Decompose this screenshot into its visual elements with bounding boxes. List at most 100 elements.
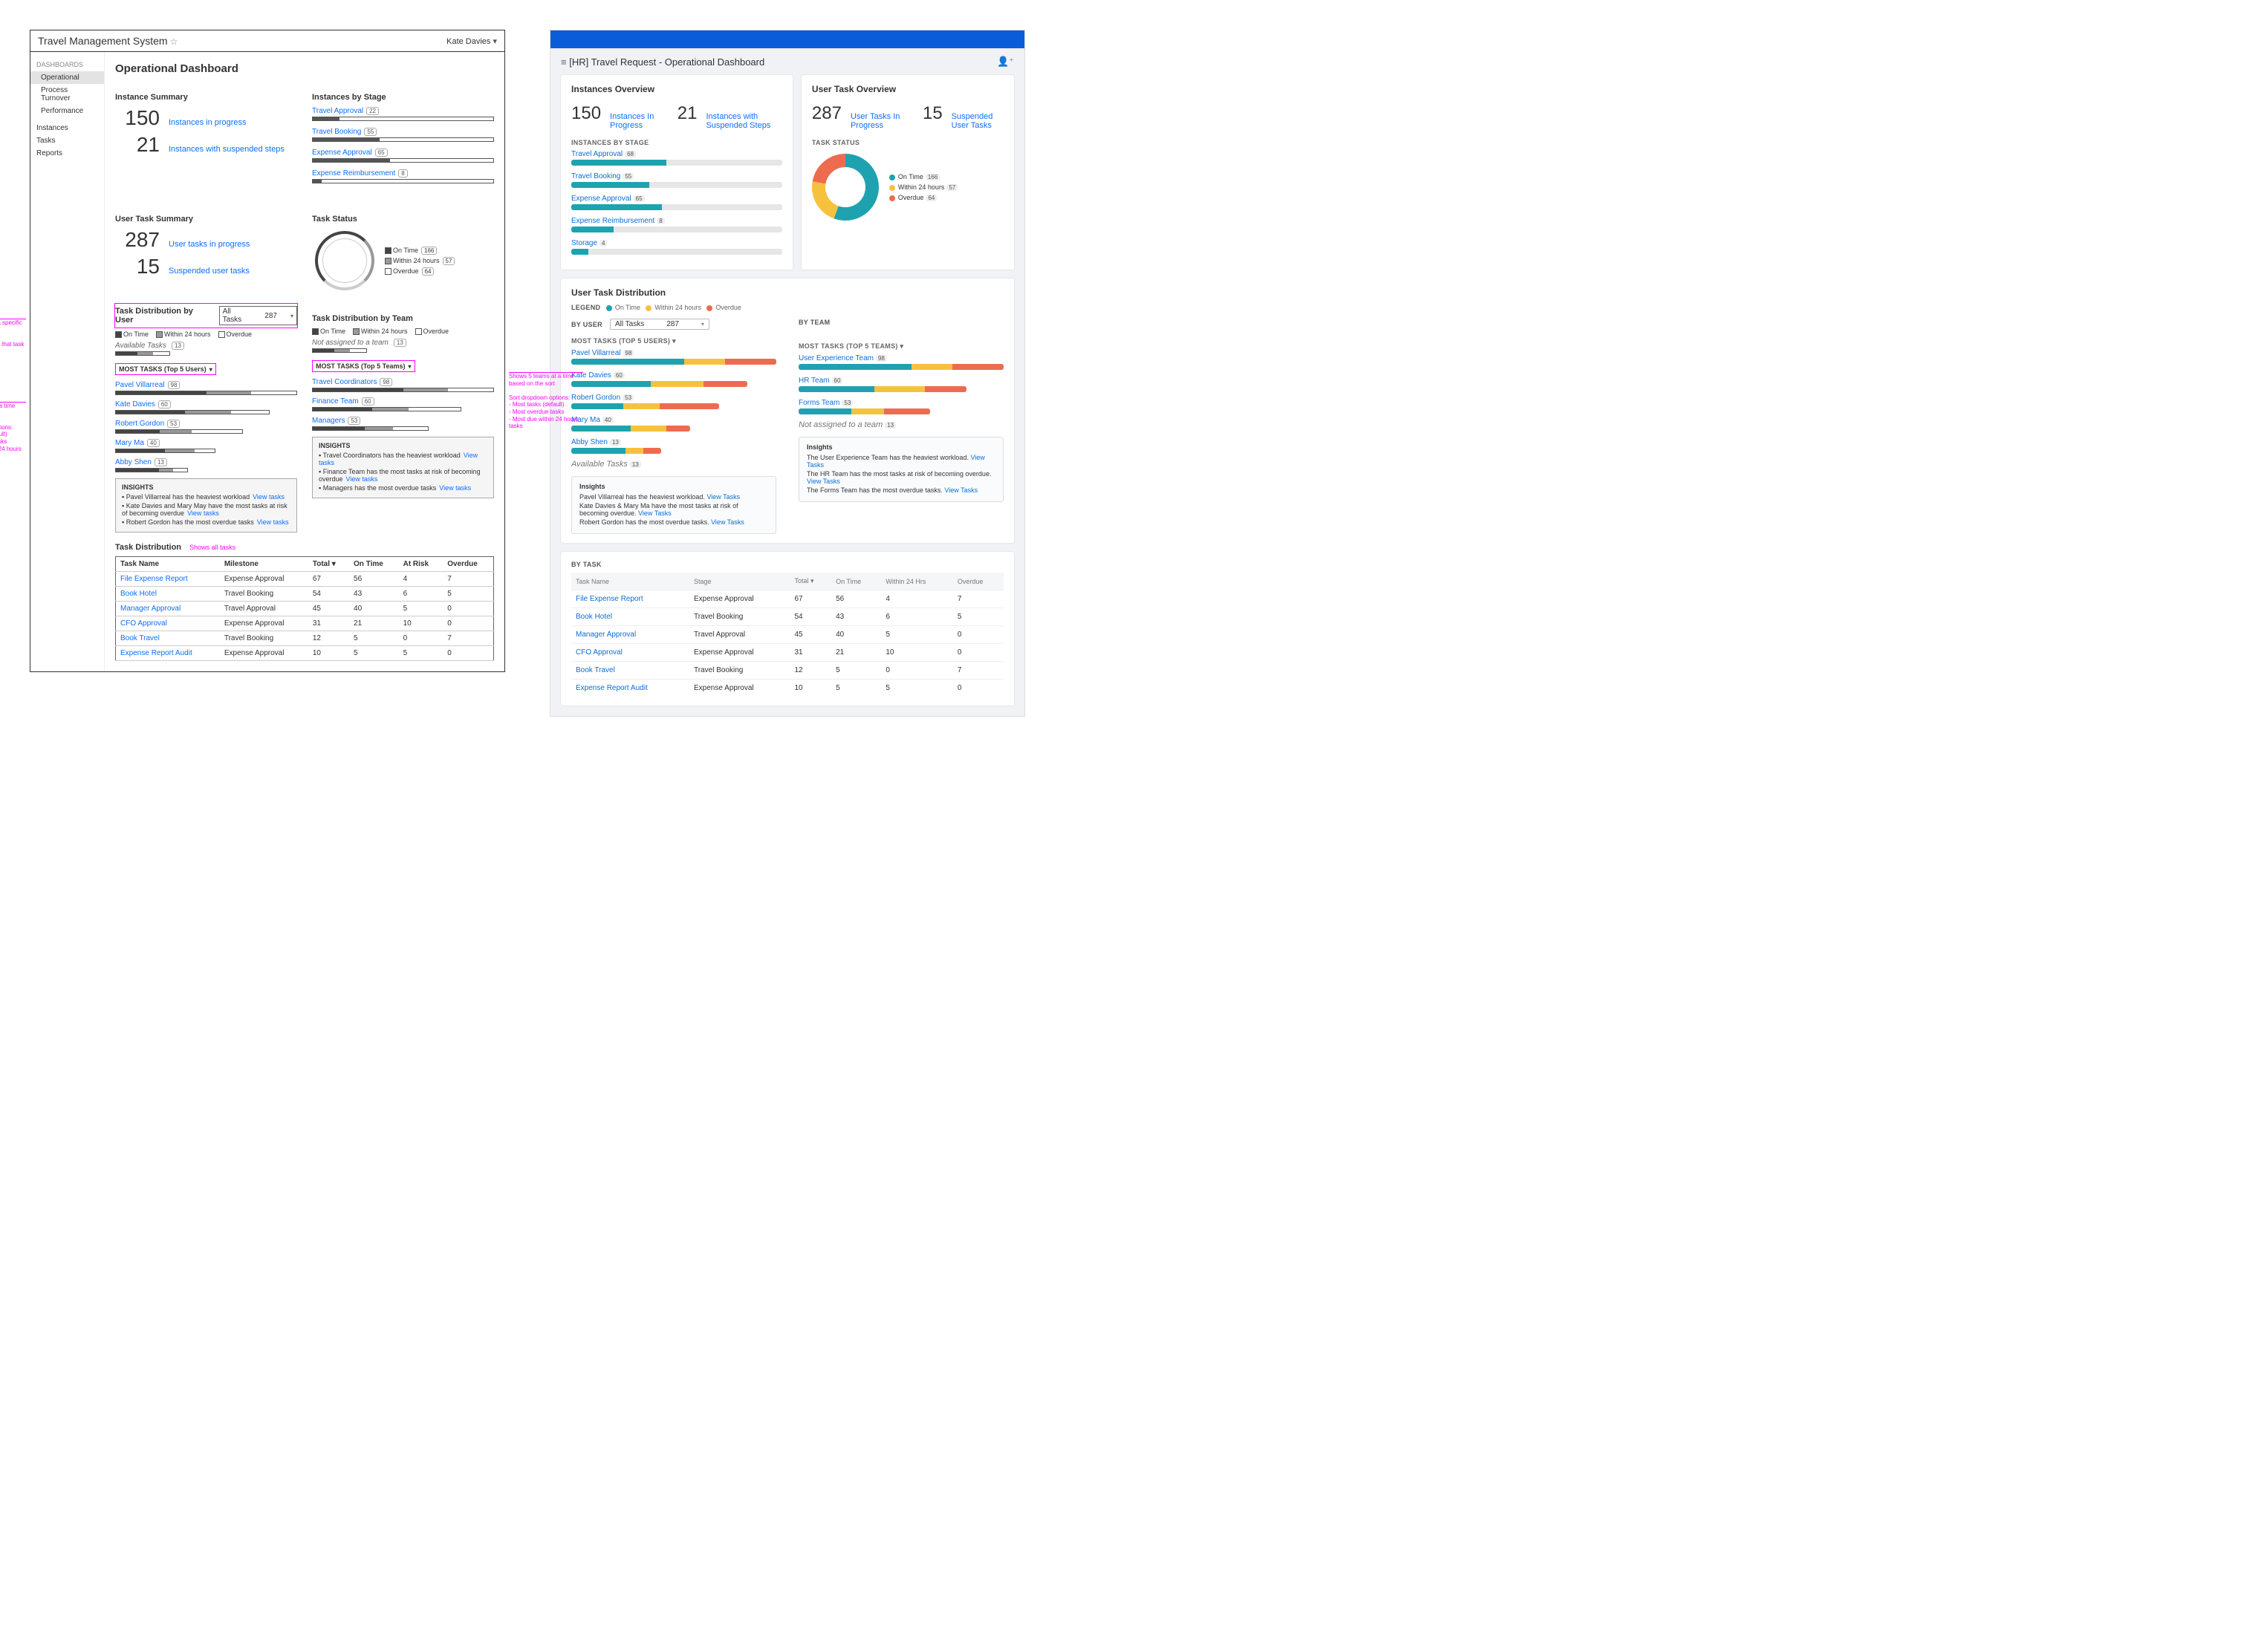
dist-by-team-heading: Task Distribution by Team [312, 314, 494, 323]
sidebar-item-performance[interactable]: Performance [30, 105, 104, 117]
task-status-donut-chart [315, 231, 374, 290]
user-tasks-in-progress-link[interactable]: User tasks in progress [169, 240, 250, 249]
stage-row: Storage4 [571, 238, 782, 255]
user-insights-panel: Insights Pavel Villarreal has the heavie… [571, 476, 776, 534]
table-row[interactable]: Expense Report AuditExpense Approval1055… [116, 646, 494, 661]
view-tasks-link[interactable]: View tasks [257, 518, 289, 526]
instances-by-stage-heading: Instances by Stage [312, 93, 494, 102]
team-row: Travel Coordinators98 [312, 377, 494, 392]
view-tasks-link[interactable]: View Tasks [638, 509, 672, 517]
view-tasks-link[interactable]: View Tasks [706, 493, 740, 501]
stage-row: Expense Approval65 [571, 194, 782, 210]
stage-row: Travel Booking55 [571, 172, 782, 188]
legend-on-time: On Time [393, 247, 418, 254]
annotation-sort-users: Shows 5 users at a time based on the sor… [0, 402, 26, 460]
task-distribution-note: Shows all tasks [189, 544, 235, 551]
table-row[interactable]: File Expense ReportExpense Approval67564… [571, 590, 1004, 608]
user-row: Pavel Villarreal98 [571, 348, 776, 365]
sort-teams-dropdown[interactable]: MOST TASKS (Top 5 Teams) [312, 360, 415, 372]
dist-by-user-legend: On Time Within 24 hours Overdue [115, 330, 297, 338]
user-tasks-in-progress-link[interactable]: User Tasks In Progress [851, 112, 900, 130]
table-row[interactable]: Book TravelTravel Booking12507 [116, 631, 494, 646]
team-row: Finance Team60 [312, 397, 494, 411]
dist-by-user-heading: Task Distribution by User [115, 307, 213, 325]
app-title: Travel Management System [38, 35, 168, 47]
table-row[interactable]: Manager ApprovalTravel Approval454050 [571, 626, 1004, 644]
team-row: User Experience Team98 [799, 354, 1004, 370]
sidebar-item-reports[interactable]: Reports [30, 147, 104, 160]
sort-users-dropdown[interactable]: MOST TASKS (TOP 5 USERS) ▾ [571, 337, 676, 345]
team-row: Forms Team53 [799, 398, 1004, 414]
team-row: Managers53 [312, 416, 494, 431]
unassigned-link[interactable]: Not assigned to a team [799, 420, 883, 429]
table-row[interactable]: CFO ApprovalExpense Approval3121100 [571, 644, 1004, 662]
user-row: Robert Gordon53 [571, 393, 776, 409]
by-task-table: Task NameStageTotal ▾On TimeWithin 24 Hr… [571, 573, 1004, 697]
view-tasks-link[interactable]: View tasks [253, 493, 285, 501]
user-task-summary-heading: User Task Summary [115, 215, 297, 224]
unassigned-label[interactable]: Not assigned to a team [312, 339, 389, 347]
view-tasks-link[interactable]: View Tasks [807, 478, 840, 485]
table-row[interactable]: Book HotelTravel Booking544365 [116, 587, 494, 602]
user-row: Kate Davies60 [115, 400, 297, 414]
legend-overdue: Overdue [393, 267, 419, 275]
table-row[interactable]: Expense Report AuditExpense Approval1055… [571, 680, 1004, 697]
team-insights-panel: Insights The User Experience Team has th… [799, 437, 1004, 502]
sidebar-item-process-turnover[interactable]: Process Turnover [30, 84, 104, 105]
sidebar-item-operational[interactable]: Operational [30, 71, 104, 84]
sort-teams-dropdown[interactable]: MOST TASKS (TOP 5 TEAMS) ▾ [799, 342, 903, 350]
instances-suspended-link[interactable]: Instances with Suspended Steps [706, 112, 782, 130]
view-tasks-link[interactable]: View tasks [439, 484, 471, 492]
user-row: Mary Ma40 [571, 415, 776, 432]
user-menu[interactable]: Kate Davies [446, 36, 497, 46]
stage-row: Travel Approval68 [571, 149, 782, 166]
sidebar: DASHBOARDS Operational Process Turnover … [30, 52, 105, 671]
instances-in-progress-link[interactable]: Instances In Progress [610, 112, 655, 130]
brand-bar [550, 30, 1024, 48]
annotation-sort-teams: Shows 5 teams at a time based on the sor… [509, 372, 583, 430]
user-row: Abby Shen13 [571, 437, 776, 454]
sort-users-dropdown[interactable]: MOST TASKS (Top 5 Users) [115, 363, 216, 375]
task-distribution-table: Task NameMilestoneTotal ▾On TimeAt RiskO… [115, 556, 494, 661]
table-row[interactable]: Book TravelTravel Booking12507 [571, 662, 1004, 680]
task-filter-select[interactable]: All Tasks287 [219, 306, 297, 325]
sidebar-item-instances[interactable]: Instances [30, 122, 104, 134]
task-status-heading: Task Status [312, 215, 494, 224]
stage-row: Expense Reimbursement8 [571, 216, 782, 232]
instances-suspended-count: 21 [115, 133, 160, 157]
view-tasks-link[interactable]: View tasks [346, 475, 378, 483]
sidebar-item-tasks[interactable]: Tasks [30, 134, 104, 147]
user-row: Robert Gordon53 [115, 419, 297, 434]
view-tasks-link[interactable]: View Tasks [711, 518, 744, 526]
suspended-user-tasks-link[interactable]: Suspended user tasks [169, 267, 250, 276]
user-row: Pavel Villarreal98 [115, 380, 297, 395]
view-tasks-link[interactable]: View Tasks [807, 454, 985, 469]
available-tasks-badge: 13 [172, 342, 184, 350]
table-row[interactable]: File Expense ReportExpense Approval67564… [116, 572, 494, 587]
user-tasks-in-progress-count: 287 [115, 228, 160, 252]
favorite-star-icon[interactable]: ☆ [170, 36, 178, 47]
view-tasks-link[interactable]: View tasks [187, 509, 219, 517]
task-filter-select[interactable]: All Tasks287 [610, 319, 709, 330]
instances-in-progress-link[interactable]: Instances in progress [169, 118, 247, 127]
view-tasks-link[interactable]: View Tasks [944, 486, 978, 494]
user-avatar-icon[interactable]: 👤⁺ [997, 56, 1014, 68]
available-tasks-label[interactable]: Available Tasks [115, 342, 166, 350]
stage-row: Travel Booking55 [312, 127, 494, 142]
view-tasks-link[interactable]: View tasks [319, 452, 478, 466]
annotation-select: Users can select a specific user task fr… [0, 319, 26, 348]
dist-by-team-legend: On Time Within 24 hours Overdue [312, 328, 494, 335]
user-insights-panel: INSIGHTS Pavel Villarreal has the heavie… [115, 478, 297, 533]
available-tasks-link[interactable]: Available Tasks [571, 460, 628, 469]
user-row: Kate Davies60 [571, 371, 776, 387]
table-row[interactable]: CFO ApprovalExpense Approval3121100 [116, 616, 494, 631]
mock-window: [HR] Travel Request - Operational Dashbo… [550, 30, 1025, 717]
instances-suspended-link[interactable]: Instances with suspended steps [169, 145, 285, 154]
table-row[interactable]: Book HotelTravel Booking544365 [571, 608, 1004, 626]
user-task-distribution-heading: User Task Distribution [571, 287, 1004, 298]
instances-overview-heading: Instances Overview [571, 84, 782, 94]
team-insights-panel: INSIGHTS Travel Coordinators has the hea… [312, 437, 494, 498]
suspended-user-tasks-link[interactable]: Suspended User Tasks [952, 112, 1004, 130]
user-row: Mary Ma40 [115, 438, 297, 453]
table-row[interactable]: Manager ApprovalTravel Approval454050 [116, 602, 494, 616]
